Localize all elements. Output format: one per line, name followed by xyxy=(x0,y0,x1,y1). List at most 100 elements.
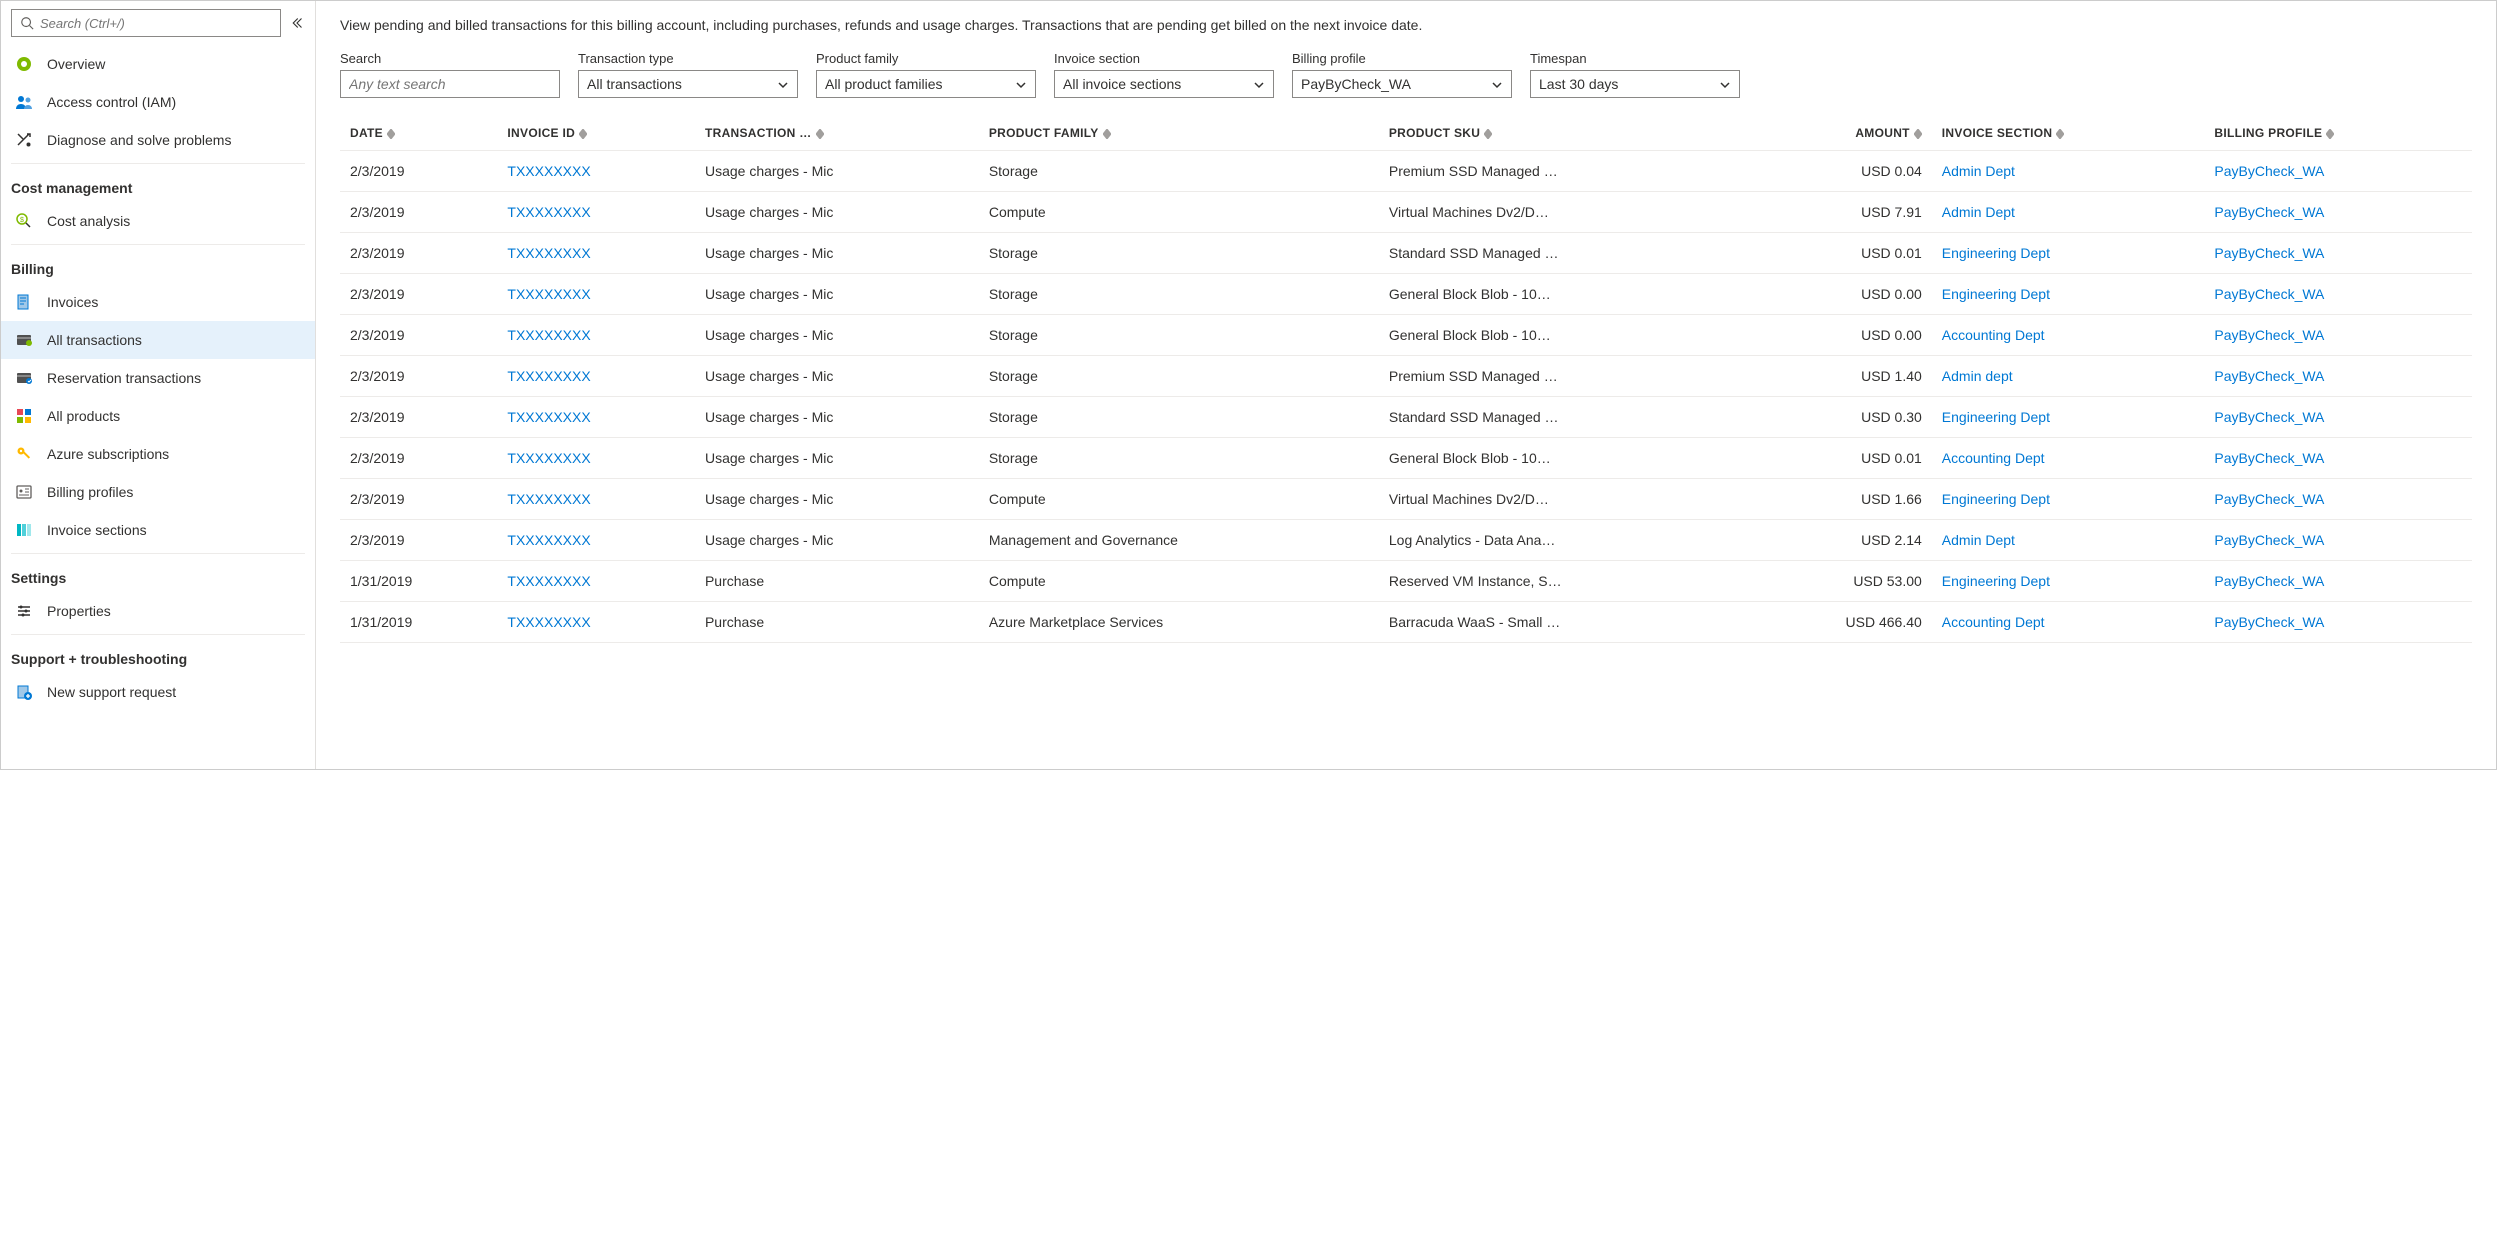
cell-billing-profile[interactable]: PayByCheck_WA xyxy=(2204,602,2472,643)
cell-invoice-id[interactable]: TXXXXXXXX xyxy=(497,192,695,233)
cell-sku: General Block Blob - 10… xyxy=(1379,274,1748,315)
section-header: Cost management xyxy=(1,168,315,202)
sidebar-item-label: Billing profiles xyxy=(47,484,133,500)
sidebar-item-cost-analysis[interactable]: $Cost analysis xyxy=(1,202,315,240)
cell-billing-profile[interactable]: PayByCheck_WA xyxy=(2204,356,2472,397)
filter-invoice-section-value: All invoice sections xyxy=(1063,76,1181,92)
sidebar-item-products[interactable]: All products xyxy=(1,397,315,435)
filter-transaction-type-select[interactable]: All transactions xyxy=(578,70,798,98)
cell-amount: USD 466.40 xyxy=(1748,602,1932,643)
cell-invoice-section[interactable]: Admin Dept xyxy=(1932,151,2205,192)
sidebar-item-billing-profiles[interactable]: Billing profiles xyxy=(1,473,315,511)
column-header[interactable]: INVOICE ID xyxy=(497,116,695,151)
invoice-sections-icon xyxy=(15,521,33,539)
cell-invoice-section[interactable]: Engineering Dept xyxy=(1932,479,2205,520)
cell-billing-profile[interactable]: PayByCheck_WA xyxy=(2204,438,2472,479)
cell-billing-profile[interactable]: PayByCheck_WA xyxy=(2204,397,2472,438)
column-header[interactable]: PRODUCT FAMILY xyxy=(979,116,1379,151)
column-header[interactable]: DATE xyxy=(340,116,497,151)
section-header: Support + troubleshooting xyxy=(1,639,315,673)
cell-billing-profile[interactable]: PayByCheck_WA xyxy=(2204,520,2472,561)
filter-billing-profile-label: Billing profile xyxy=(1292,51,1512,66)
sidebar: OverviewAccess control (IAM)Diagnose and… xyxy=(1,1,316,769)
cell-billing-profile[interactable]: PayByCheck_WA xyxy=(2204,274,2472,315)
sidebar-item-all-transactions[interactable]: All transactions xyxy=(1,321,315,359)
sidebar-item-iam[interactable]: Access control (IAM) xyxy=(1,83,315,121)
cell-billing-profile[interactable]: PayByCheck_WA xyxy=(2204,315,2472,356)
sidebar-search-input[interactable] xyxy=(11,9,281,37)
products-icon xyxy=(15,407,33,425)
sidebar-item-overview[interactable]: Overview xyxy=(1,45,315,83)
cell-billing-profile[interactable]: PayByCheck_WA xyxy=(2204,561,2472,602)
chevron-down-icon xyxy=(1491,78,1503,90)
sidebar-item-diagnose[interactable]: Diagnose and solve problems xyxy=(1,121,315,159)
cell-amount: USD 1.66 xyxy=(1748,479,1932,520)
sidebar-item-invoice-sections[interactable]: Invoice sections xyxy=(1,511,315,549)
cell-billing-profile[interactable]: PayByCheck_WA xyxy=(2204,151,2472,192)
reservation-icon xyxy=(15,369,33,387)
column-label: AMOUNT xyxy=(1855,126,1909,140)
cell-invoice-section[interactable]: Admin Dept xyxy=(1932,192,2205,233)
table-row: 2/3/2019TXXXXXXXXUsage charges - MicStor… xyxy=(340,438,2472,479)
filter-search-input[interactable] xyxy=(340,70,560,98)
cell-invoice-section[interactable]: Admin dept xyxy=(1932,356,2205,397)
filter-search-field[interactable] xyxy=(349,76,551,92)
cell-billing-profile[interactable]: PayByCheck_WA xyxy=(2204,233,2472,274)
sidebar-item-label: Azure subscriptions xyxy=(47,446,169,462)
cell-invoice-id[interactable]: TXXXXXXXX xyxy=(497,602,695,643)
sidebar-item-support[interactable]: New support request xyxy=(1,673,315,711)
cell-invoice-id[interactable]: TXXXXXXXX xyxy=(497,274,695,315)
page-description: View pending and billed transactions for… xyxy=(340,17,2472,33)
sidebar-item-key[interactable]: Azure subscriptions xyxy=(1,435,315,473)
sidebar-search-field[interactable] xyxy=(40,16,272,31)
column-header[interactable]: INVOICE SECTION xyxy=(1932,116,2205,151)
sidebar-item-reservation[interactable]: Reservation transactions xyxy=(1,359,315,397)
filter-billing-profile-select[interactable]: PayByCheck_WA xyxy=(1292,70,1512,98)
cell-invoice-id[interactable]: TXXXXXXXX xyxy=(497,151,695,192)
divider xyxy=(11,163,305,164)
invoices-icon xyxy=(15,293,33,311)
cell-billing-profile[interactable]: PayByCheck_WA xyxy=(2204,479,2472,520)
cell-invoice-id[interactable]: TXXXXXXXX xyxy=(497,233,695,274)
collapse-sidebar-button[interactable] xyxy=(289,15,305,31)
cell-invoice-id[interactable]: TXXXXXXXX xyxy=(497,561,695,602)
cell-invoice-section[interactable]: Engineering Dept xyxy=(1932,561,2205,602)
filter-timespan-select[interactable]: Last 30 days xyxy=(1530,70,1740,98)
cell-transaction: Usage charges - Mic xyxy=(695,479,979,520)
sidebar-item-label: Invoices xyxy=(47,294,98,310)
cell-invoice-id[interactable]: TXXXXXXXX xyxy=(497,356,695,397)
cell-sku: Premium SSD Managed … xyxy=(1379,356,1748,397)
column-header[interactable]: PRODUCT SKU xyxy=(1379,116,1748,151)
transactions-table-wrap[interactable]: DATEINVOICE ID TRANSACTION … PRODUCT FAMIL… xyxy=(340,116,2472,769)
cell-invoice-section[interactable]: Engineering Dept xyxy=(1932,233,2205,274)
cell-sku: Standard SSD Managed … xyxy=(1379,397,1748,438)
cell-sku: Virtual Machines Dv2/D… xyxy=(1379,192,1748,233)
cell-invoice-id[interactable]: TXXXXXXXX xyxy=(497,438,695,479)
cell-sku: Log Analytics - Data Ana… xyxy=(1379,520,1748,561)
column-header[interactable]: TRANSACTION … xyxy=(695,116,979,151)
cell-billing-profile[interactable]: PayByCheck_WA xyxy=(2204,192,2472,233)
cell-amount: USD 0.00 xyxy=(1748,274,1932,315)
sidebar-item-properties[interactable]: Properties xyxy=(1,592,315,630)
cell-sku: Standard SSD Managed … xyxy=(1379,233,1748,274)
cell-invoice-section[interactable]: Accounting Dept xyxy=(1932,438,2205,479)
cell-invoice-id[interactable]: TXXXXXXXX xyxy=(497,520,695,561)
cell-invoice-section[interactable]: Engineering Dept xyxy=(1932,274,2205,315)
cell-invoice-id[interactable]: TXXXXXXXX xyxy=(497,479,695,520)
filter-invoice-section-select[interactable]: All invoice sections xyxy=(1054,70,1274,98)
svg-text:$: $ xyxy=(20,217,24,224)
cell-invoice-section[interactable]: Engineering Dept xyxy=(1932,397,2205,438)
cell-invoice-section[interactable]: Accounting Dept xyxy=(1932,602,2205,643)
cell-invoice-section[interactable]: Accounting Dept xyxy=(1932,315,2205,356)
cell-invoice-section[interactable]: Admin Dept xyxy=(1932,520,2205,561)
filter-product-family-select[interactable]: All product families xyxy=(816,70,1036,98)
cell-product-family: Storage xyxy=(979,233,1379,274)
cell-amount: USD 0.01 xyxy=(1748,233,1932,274)
overview-icon xyxy=(15,55,33,73)
column-header[interactable]: AMOUNT xyxy=(1748,116,1932,151)
column-label: TRANSACTION … xyxy=(705,126,812,140)
cell-invoice-id[interactable]: TXXXXXXXX xyxy=(497,315,695,356)
column-header[interactable]: BILLING PROFILE xyxy=(2204,116,2472,151)
cell-invoice-id[interactable]: TXXXXXXXX xyxy=(497,397,695,438)
sidebar-item-invoices[interactable]: Invoices xyxy=(1,283,315,321)
